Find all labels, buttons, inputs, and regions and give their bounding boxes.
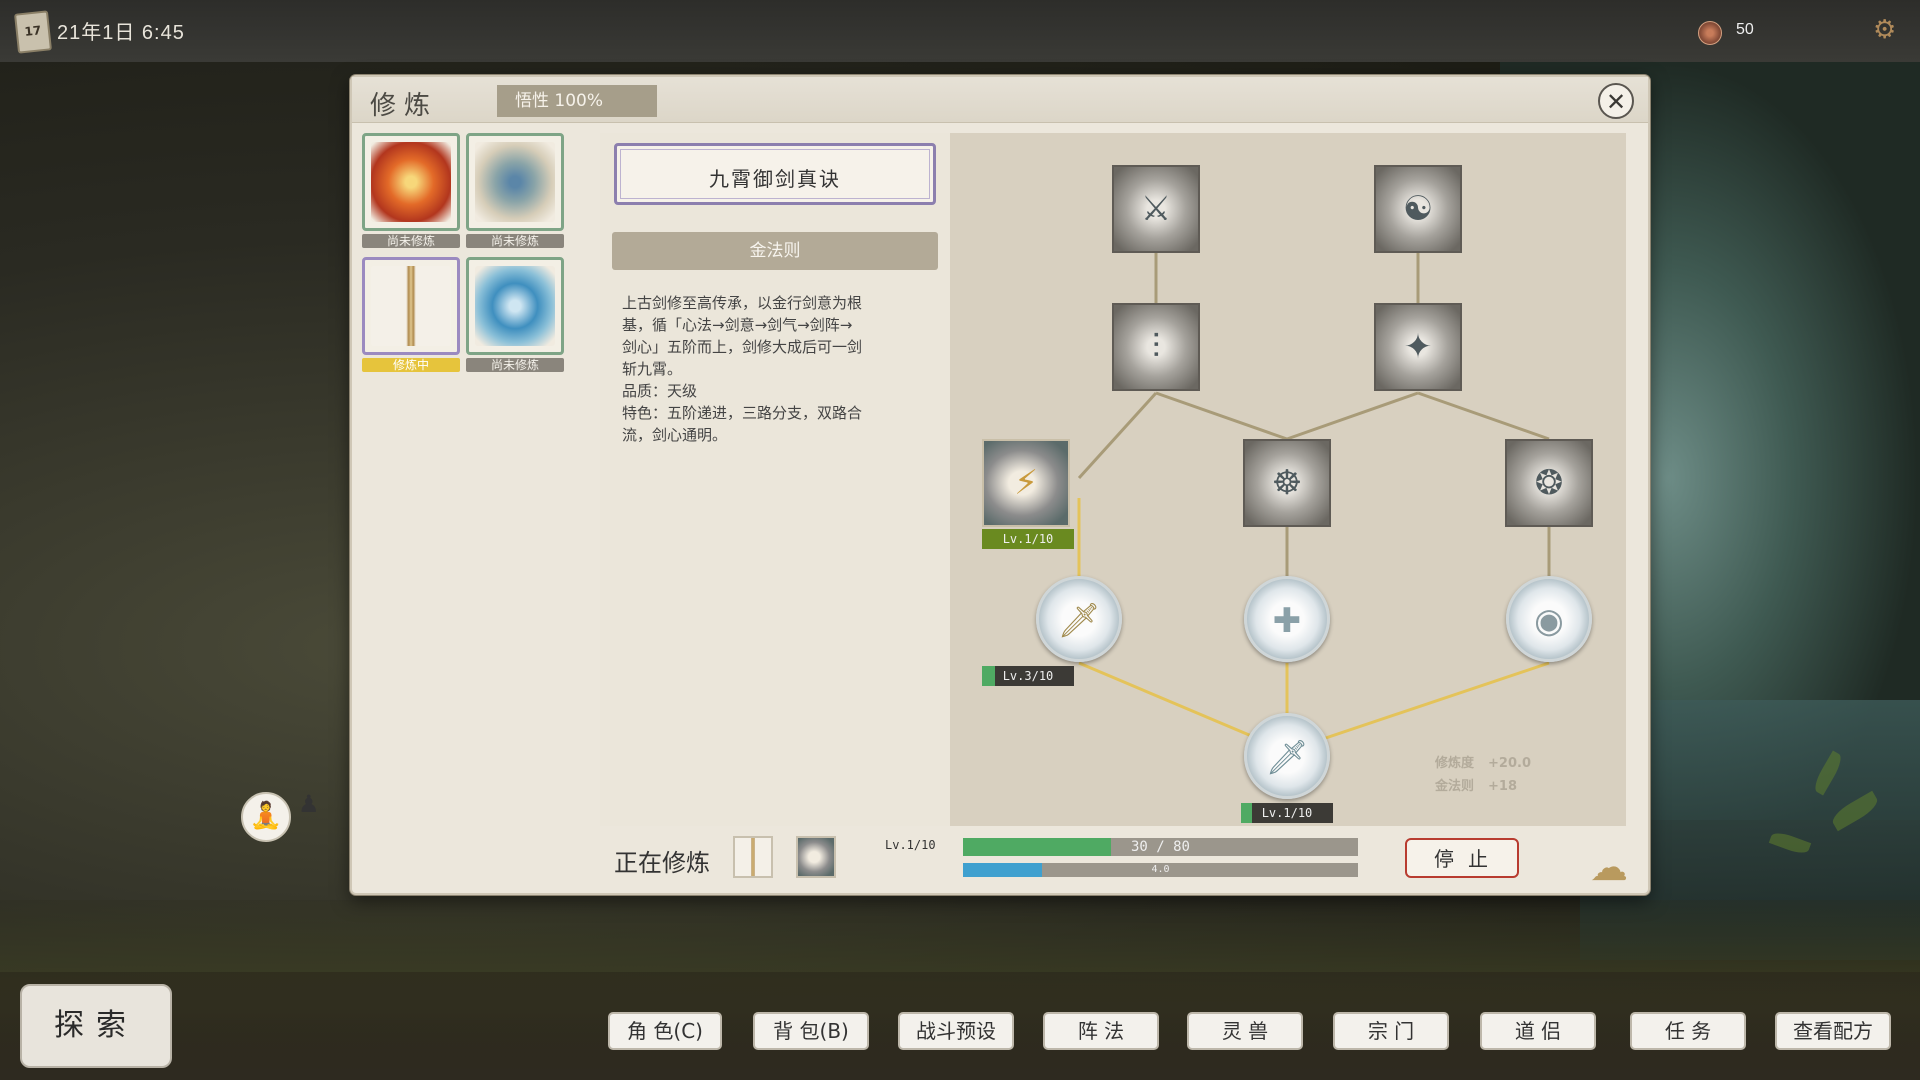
skill-node-sword-wind[interactable]: ❂ xyxy=(1505,439,1593,527)
law-tab[interactable]: 金法则 xyxy=(612,232,938,270)
exp-text: 30 / 80 xyxy=(1130,839,1190,855)
top-bar: 17 21年1日 6:45 50 ⚙ xyxy=(0,0,1920,62)
skill-status-label: 修炼中 xyxy=(362,358,460,372)
level-bar: Lv.1/10 xyxy=(982,529,1074,549)
nav-companion-button[interactable]: 道 侣 xyxy=(1480,1012,1596,1050)
level-bar: Lv.3/10 xyxy=(982,666,1074,686)
game-datetime: 21年1日 6:45 xyxy=(57,22,185,44)
npc-figure-icon[interactable]: ♟ xyxy=(298,790,324,826)
current-level: Lv.1/10 xyxy=(885,838,936,852)
training-label: 正在修炼 xyxy=(614,849,710,877)
calendar-icon[interactable]: 17 xyxy=(14,10,52,54)
gear-icon[interactable]: ⚙ xyxy=(1873,17,1896,43)
skill-node-meditation[interactable]: ☸ xyxy=(1243,439,1331,527)
desc-line: 品质：天级 xyxy=(622,382,698,400)
close-icon: ✕ xyxy=(1605,88,1627,116)
skill-status-label: 尚未修炼 xyxy=(466,234,564,248)
skill-status-label: 尚未修炼 xyxy=(466,358,564,372)
desc-line: 斩九霄。 xyxy=(622,360,683,378)
level-bar: Lv.1/10 xyxy=(1241,803,1333,823)
wisdom-badge: 悟性 100% xyxy=(497,85,657,117)
speed-text: 4.0 xyxy=(1151,864,1170,875)
spirit-stone-icon xyxy=(1698,21,1722,45)
desc-line: 上古剑修至高传承，以金行剑意为根 xyxy=(622,294,863,312)
bonus-value: +18 xyxy=(1488,779,1517,794)
currency-value: 50 xyxy=(1736,21,1754,38)
meditating-player-icon[interactable]: 🧘 xyxy=(241,792,291,842)
panel-header: 修炼 悟性 100% ✕ xyxy=(352,77,1648,123)
skill-node-sword-eye[interactable]: ◉ xyxy=(1506,576,1592,662)
nav-bag-button[interactable]: 背 包(B) xyxy=(753,1012,869,1050)
cloud-ornament-icon: ☁ xyxy=(1590,845,1628,889)
skill-card-fire-scroll[interactable] xyxy=(362,133,460,231)
nav-battle-preset-button[interactable]: 战斗预设 xyxy=(898,1012,1014,1050)
skill-status-label: 尚未修炼 xyxy=(362,234,460,248)
nav-character-button[interactable]: 角 色(C) xyxy=(608,1012,722,1050)
bonus-value: +20.0 xyxy=(1488,756,1531,771)
skill-card-sword-scroll[interactable] xyxy=(362,257,460,355)
current-node-icon[interactable] xyxy=(796,836,836,878)
desc-line: 剑心」五阶而上，剑修大成后可一剑 xyxy=(622,338,863,356)
skill-card-sword-jar[interactable] xyxy=(466,133,564,231)
skill-card-ice-jar[interactable] xyxy=(466,257,564,355)
skill-node-sword-heart[interactable]: 🗡 xyxy=(1244,713,1330,799)
nav-spirit-beast-button[interactable]: 灵 兽 xyxy=(1187,1012,1303,1050)
bonus-label: 金法则 xyxy=(1435,779,1475,794)
level-text: Lv.1/10 xyxy=(1002,532,1054,546)
skill-node-sword-shield[interactable]: ✚ xyxy=(1244,576,1330,662)
close-button[interactable]: ✕ xyxy=(1598,83,1634,119)
exp-progress-bar: 30 / 80 xyxy=(963,838,1358,856)
panel-title: 修炼 xyxy=(370,91,439,121)
skill-node-sword-strike[interactable]: ⚡ xyxy=(982,439,1070,527)
speed-progress-bar: 4.0 xyxy=(963,863,1358,877)
current-skill-icon[interactable] xyxy=(733,836,773,878)
desc-line: 基，循「心法→剑意→剑气→剑阵→ xyxy=(622,316,853,334)
technique-title-text: 九霄御剑真诀 xyxy=(709,167,841,191)
explore-button[interactable]: 探索 xyxy=(20,984,172,1068)
desc-line: 特色：五阶递进，三路分支，双路合 xyxy=(622,404,863,422)
nav-quest-button[interactable]: 任 务 xyxy=(1630,1012,1746,1050)
skill-tree: ⚔ ☯ ⫶ ✦ ⚡ ☸ ❂ Lv.1/10 🗡 ✚ ◉ Lv.3/10 🗡 Lv… xyxy=(950,133,1626,826)
stop-button[interactable]: 停止 xyxy=(1405,838,1519,878)
nav-recipes-button[interactable]: 查看配方 xyxy=(1775,1012,1891,1050)
skill-node-sword-rain[interactable]: ⫶ xyxy=(1112,303,1200,391)
nav-sect-button[interactable]: 宗 门 xyxy=(1333,1012,1449,1050)
skill-node-sword-storm[interactable]: ✦ xyxy=(1374,303,1462,391)
level-text: Lv.3/10 xyxy=(1002,669,1054,683)
technique-title: 九霄御剑真诀 xyxy=(614,143,936,205)
bonus-readout: 修炼度 +20.0 金法则 +18 xyxy=(1435,752,1531,798)
desc-line: 流，剑心通明。 xyxy=(622,426,728,444)
nav-formation-button[interactable]: 阵 法 xyxy=(1043,1012,1159,1050)
skill-node-heart-sword[interactable]: ⚔ xyxy=(1112,165,1200,253)
bonus-label: 修炼度 xyxy=(1435,756,1475,771)
level-text: Lv.1/10 xyxy=(1261,806,1313,820)
skill-node-golden-blade[interactable]: 🗡 xyxy=(1036,576,1122,662)
technique-description: 上古剑修至高传承，以金行剑意为根 基，循「心法→剑意→剑气→剑阵→ 剑心」五阶而… xyxy=(622,292,928,446)
skill-node-sword-spirit[interactable]: ☯ xyxy=(1374,165,1462,253)
